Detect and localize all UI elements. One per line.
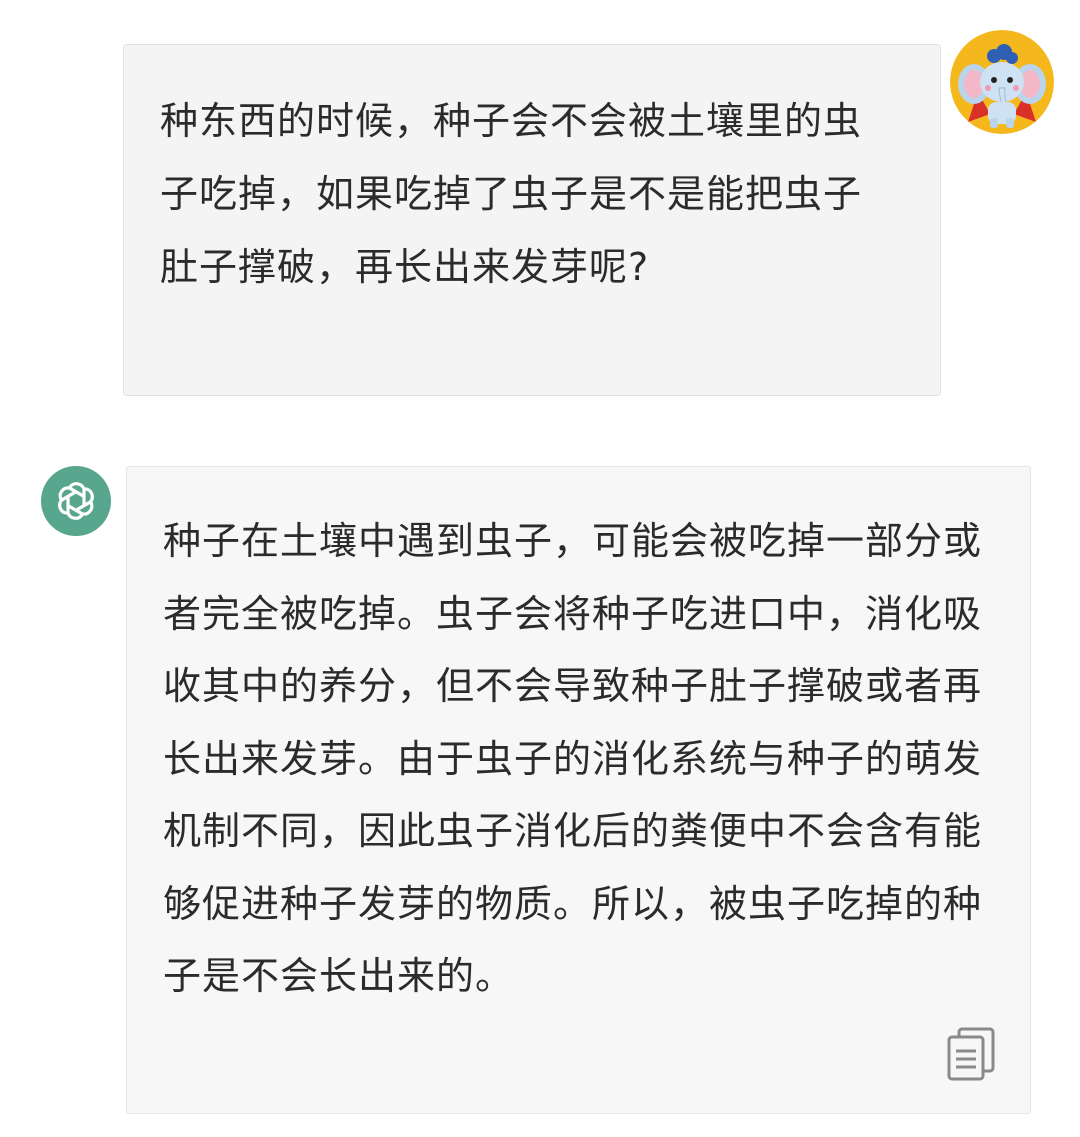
copy-button[interactable] (945, 1025, 999, 1083)
user-message-bubble: 种东西的时候，种子会不会被土壤里的虫子吃掉，如果吃掉了虫子是不是能把虫子肚子撑破… (123, 44, 941, 396)
user-message-text: 种东西的时候，种子会不会被土壤里的虫子吃掉，如果吃掉了虫子是不是能把虫子肚子撑破… (160, 99, 863, 289)
assistant-message-text: 种子在土壤中遇到虫子，可能会被吃掉一部分或者完全被吃掉。虫子会将种子吃进口中，消… (163, 519, 983, 998)
chat-page: 种东西的时候，种子会不会被土壤里的虫子吃掉，如果吃掉了虫子是不是能把虫子肚子撑破… (0, 0, 1080, 1137)
assistant-message-bubble: 种子在土壤中遇到虫子，可能会被吃掉一部分或者完全被吃掉。虫子会将种子吃进口中，消… (126, 466, 1031, 1114)
copy-icon (947, 1027, 995, 1081)
openai-logo-icon (41, 466, 111, 536)
elephant-avatar-icon (950, 30, 1054, 134)
